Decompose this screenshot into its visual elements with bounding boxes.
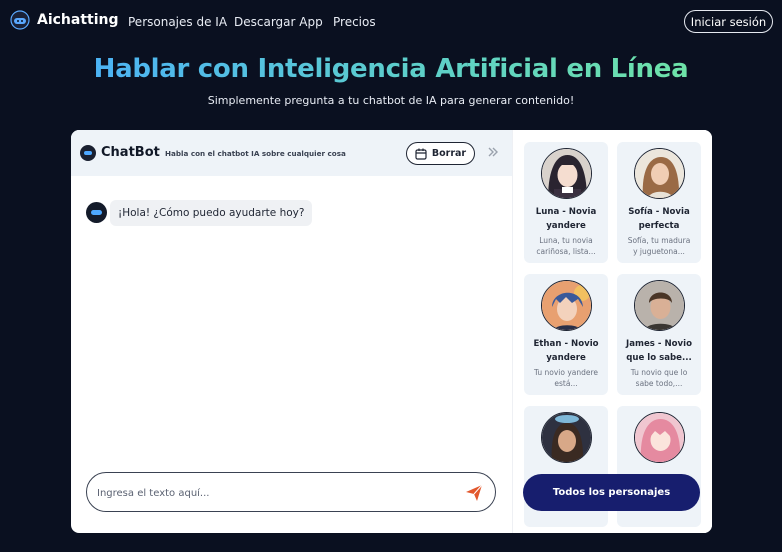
avatar (541, 280, 592, 331)
character-card-ethan[interactable]: Ethan - Novio yandere Tu novio yandere e… (524, 274, 608, 395)
character-name: Ethan - Novio yandere (526, 338, 606, 365)
robot-logo-icon (10, 10, 30, 30)
character-desc-line: Luna, tu novia (539, 236, 593, 245)
send-icon[interactable] (465, 484, 483, 502)
avatar (541, 412, 592, 463)
chat-pane: ChatBot Habla con el chatbot IA sobre cu… (71, 130, 512, 533)
character-desc-line: cariñosa, lista... (536, 247, 596, 256)
character-name-line: Luna - Novia (535, 207, 597, 217)
character-name-line: yandere (546, 352, 586, 363)
character-desc-line: Tu novio que lo (630, 368, 688, 377)
avatar (634, 148, 685, 199)
chat-input-box[interactable] (86, 472, 496, 512)
character-card-james[interactable]: James - Novio que lo sabe... Tu novio qu… (617, 274, 701, 395)
brand-name: Aichatting (37, 12, 119, 28)
chatbot-icon (80, 145, 96, 161)
character-name: Sofía - Novia perfecta (619, 206, 699, 233)
character-card-luna[interactable]: Luna - Novia yandere Luna, tu novia cari… (524, 142, 608, 263)
hero-title-part1: Hablar con Inteligencia (93, 54, 427, 84)
character-name-line: perfecta (638, 220, 680, 231)
all-characters-button[interactable]: Todos los personajes (523, 474, 700, 511)
brand-logo[interactable]: Aichatting (10, 10, 119, 30)
nav-link-descargar[interactable]: Descargar App (234, 15, 323, 29)
clear-button-label: Borrar (431, 148, 467, 159)
chat-title: ChatBot (101, 145, 160, 160)
bot-avatar (86, 202, 107, 223)
chat-description: Habla con el chatbot IA sobre cualquier … (165, 149, 346, 158)
chat-input[interactable] (97, 483, 457, 503)
character-name-line: yandere (546, 220, 586, 231)
top-nav: Aichatting Personajes de IA Descargar Ap… (0, 0, 782, 44)
nav-link-personajes[interactable]: Personajes de IA (128, 15, 227, 29)
chat-header: ChatBot Habla con el chatbot IA sobre cu… (71, 130, 512, 176)
character-desc-line: y juguetona... (633, 247, 685, 256)
character-name: Luna - Novia yandere (526, 206, 606, 233)
character-name-line: James - Novio (626, 339, 692, 349)
character-card-sofia[interactable]: Sofía - Novia perfecta Sofía, tu madura … (617, 142, 701, 263)
character-description: Luna, tu novia cariñosa, lista... (530, 235, 602, 257)
character-desc-line: Tu novio yandere (533, 368, 599, 377)
hero-subtitle: Simplemente pregunta a tu chatbot de IA … (207, 94, 575, 107)
character-name-line: Ethan - Novio (533, 339, 599, 349)
calendar-clear-icon (415, 148, 427, 160)
character-desc-line: Sofía, tu madura (627, 236, 691, 245)
character-list: Luna - Novia yandere Luna, tu novia cari… (512, 130, 712, 533)
character-description: Tu novio que lo sabe todo,... (623, 367, 695, 389)
login-button[interactable]: Iniciar sesión (684, 10, 773, 33)
avatar (634, 412, 685, 463)
character-desc-line: sabe todo,... (635, 379, 683, 388)
character-name: James - Novio que lo sabe... (619, 338, 699, 365)
character-description: Tu novio yandere está... (530, 367, 602, 389)
hero-title: Hablar con Inteligencia Artificial en Lí… (0, 54, 782, 84)
character-name-line: que lo sabe... (626, 352, 692, 363)
avatar (541, 148, 592, 199)
avatar (634, 280, 685, 331)
character-name-line: Sofía - Novia (628, 207, 690, 217)
nav-link-precios[interactable]: Precios (333, 15, 376, 29)
bot-message: ¡Hola! ¿Cómo puedo ayudarte hoy? (110, 200, 313, 226)
character-description: Sofía, tu madura y juguetona... (623, 235, 695, 257)
character-desc-line: está... (554, 379, 578, 388)
chat-card: ChatBot Habla con el chatbot IA sobre cu… (71, 130, 712, 533)
clear-button[interactable]: Borrar (406, 142, 475, 165)
hero-title-part2: Artificial en Línea (435, 54, 689, 84)
collapse-chevrons-icon[interactable] (487, 146, 499, 158)
